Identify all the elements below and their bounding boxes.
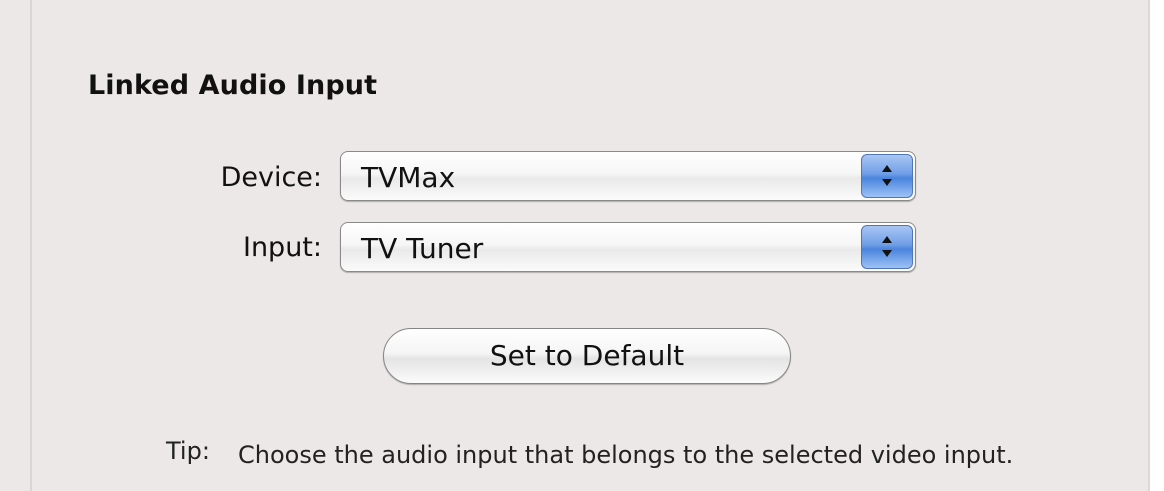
up-down-arrows-icon xyxy=(861,225,913,269)
input-label: Input: xyxy=(242,232,322,263)
arrow-down-icon xyxy=(882,250,892,257)
input-popup[interactable]: TV Tuner xyxy=(340,222,916,272)
tip-label: Tip: xyxy=(166,437,210,465)
device-label: Device: xyxy=(220,162,322,193)
device-popup[interactable]: TVMax xyxy=(340,151,916,201)
linked-audio-input-panel: Linked Audio Input Device: TVMax Input: … xyxy=(0,0,1164,491)
panel-left-border xyxy=(30,0,32,491)
set-to-default-button[interactable]: Set to Default xyxy=(383,328,791,384)
arrow-up-icon xyxy=(882,236,892,243)
section-title: Linked Audio Input xyxy=(88,70,378,101)
arrow-up-icon xyxy=(882,165,892,172)
tip-text: Choose the audio input that belongs to t… xyxy=(238,441,1014,469)
input-popup-value: TV Tuner xyxy=(361,232,484,265)
up-down-arrows-icon xyxy=(861,154,913,198)
device-popup-value: TVMax xyxy=(361,161,456,194)
arrow-down-icon xyxy=(882,179,892,186)
panel-right-edge xyxy=(1148,0,1164,491)
